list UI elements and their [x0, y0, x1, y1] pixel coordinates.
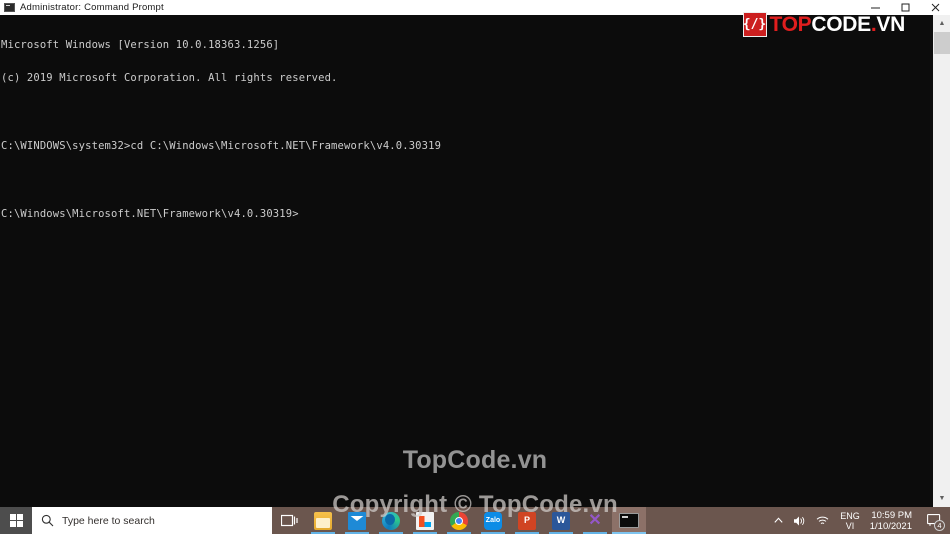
- console-line: Microsoft Windows [Version 10.0.18363.12…: [1, 38, 280, 51]
- mail-icon: [348, 511, 366, 530]
- word-icon: W: [552, 511, 570, 530]
- taskbar-app-zalo[interactable]: Zalo: [476, 507, 510, 534]
- chevron-up-icon: [774, 517, 783, 523]
- logo-word-code: CODE: [811, 12, 871, 36]
- taskbar-app-powerpoint[interactable]: P: [510, 507, 544, 534]
- language-indicator[interactable]: ENG VI: [834, 507, 866, 534]
- console-scrollbar[interactable]: ▲ ▼: [933, 15, 950, 507]
- search-placeholder-text: Type here to search: [62, 514, 155, 527]
- taskbar-app-mail[interactable]: [340, 507, 374, 534]
- clock[interactable]: 10:59 PM 1/10/2021: [866, 507, 920, 534]
- task-view-icon: [280, 514, 298, 526]
- taskbar-app-command-prompt[interactable]: [612, 507, 646, 534]
- window-title: Administrator: Command Prompt: [20, 2, 164, 13]
- taskbar-app-microsoft-edge[interactable]: [374, 507, 408, 534]
- volume-icon: [794, 516, 805, 525]
- desktop: Administrator: Command Prompt Microsoft …: [0, 0, 950, 534]
- clock-date: 1/10/2021: [869, 520, 912, 532]
- microsoft-store-icon: [416, 511, 434, 530]
- clock-time: 10:59 PM: [871, 509, 912, 521]
- visual-studio-icon: ✕: [588, 511, 602, 529]
- console-icon: [4, 3, 15, 12]
- wifi-icon: [816, 516, 829, 525]
- console-output[interactable]: Microsoft Windows [Version 10.0.18363.12…: [0, 15, 933, 507]
- taskbar-app-microsoft-store[interactable]: [408, 507, 442, 534]
- edge-icon: [382, 511, 400, 530]
- command-prompt-icon: [619, 513, 639, 528]
- zalo-icon: Zalo: [484, 511, 502, 530]
- scrollbar-track[interactable]: [934, 32, 950, 490]
- language-primary: ENG: [840, 510, 860, 521]
- scroll-down-icon[interactable]: ▼: [934, 490, 950, 507]
- taskbar: Type here to search Zalo P W ✕ ENG VI 10…: [0, 507, 950, 534]
- system-tray: ENG VI 10:59 PM 1/10/2021 4: [769, 507, 950, 534]
- start-button[interactable]: [0, 507, 32, 534]
- taskbar-app-list: Zalo P W ✕: [306, 507, 646, 534]
- command-prompt-window: Administrator: Command Prompt Microsoft …: [0, 0, 950, 507]
- close-button[interactable]: [920, 0, 950, 15]
- task-view-button[interactable]: [272, 507, 306, 534]
- logo-word-top: TOP: [769, 12, 812, 36]
- notifications-button[interactable]: 4: [920, 507, 948, 534]
- scroll-up-icon[interactable]: ▲: [934, 15, 950, 32]
- powerpoint-icon: P: [518, 511, 536, 530]
- chrome-icon: [450, 511, 468, 530]
- search-input[interactable]: Type here to search: [32, 507, 272, 534]
- show-hidden-icons-button[interactable]: [769, 507, 788, 534]
- topcode-logo: {/} TOPCODE.VN: [742, 11, 906, 37]
- logo-badge-icon: {/}: [742, 11, 767, 37]
- language-secondary: VI: [845, 520, 855, 531]
- taskbar-app-google-chrome[interactable]: [442, 507, 476, 534]
- taskbar-app-visual-studio[interactable]: ✕: [578, 507, 612, 534]
- logo-word-vn: VN: [876, 12, 905, 36]
- file-explorer-icon: [314, 511, 332, 530]
- logo-wordmark: TOPCODE.VN: [770, 12, 906, 37]
- volume-button[interactable]: [788, 507, 811, 534]
- taskbar-app-word[interactable]: W: [544, 507, 578, 534]
- windows-logo-icon: [9, 514, 23, 527]
- console-body[interactable]: Microsoft Windows [Version 10.0.18363.12…: [0, 15, 950, 507]
- taskbar-app-file-explorer[interactable]: [306, 507, 340, 534]
- notification-badge: 4: [934, 520, 945, 531]
- scrollbar-thumb[interactable]: [934, 32, 950, 54]
- console-prompt-line: C:\Windows\Microsoft.NET\Framework\v4.0.…: [1, 208, 299, 221]
- console-line: (c) 2019 Microsoft Corporation. All righ…: [1, 72, 338, 85]
- network-button[interactable]: [811, 507, 834, 534]
- search-icon: [32, 514, 62, 527]
- console-line: C:\WINDOWS\system32>cd C:\Windows\Micros…: [1, 140, 442, 153]
